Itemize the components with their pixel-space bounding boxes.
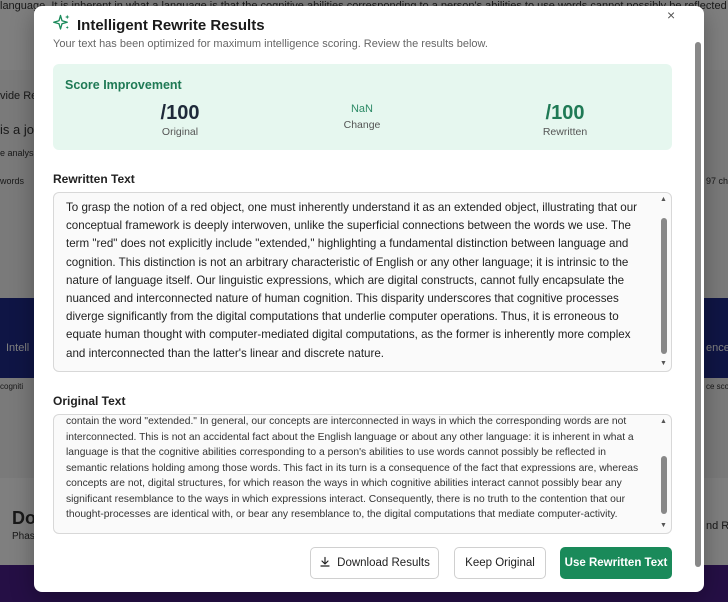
original-score-label: Original [161, 126, 199, 138]
dialog-scrollbar[interactable] [693, 34, 703, 582]
scroll-down-icon[interactable]: ▼ [660, 522, 667, 530]
close-icon[interactable]: × [667, 8, 675, 22]
score-change: NaN Change [302, 102, 422, 131]
keep-original-label: Keep Original [465, 557, 535, 569]
rewritten-text-content: To grasp the notion of a red object, one… [66, 201, 638, 360]
download-results-label: Download Results [337, 557, 430, 569]
scroll-down-icon[interactable]: ▼ [660, 360, 667, 368]
rewritten-text-area[interactable]: To grasp the notion of a red object, one… [53, 192, 672, 372]
rewritten-score: /100 Rewritten [505, 102, 625, 138]
original-text-area[interactable]: contain the word "extended." In general,… [53, 414, 672, 534]
use-rewritten-label: Use Rewritten Text [564, 557, 668, 569]
rewritten-text-label: Rewritten Text [53, 172, 135, 186]
dialog-scrollbar-thumb[interactable] [695, 42, 701, 567]
scroll-up-icon[interactable]: ▲ [660, 196, 667, 204]
scroll-up-icon[interactable]: ▲ [660, 418, 667, 426]
original-score-value: /100 [160, 102, 200, 124]
rewritten-score-value: /100 [545, 102, 585, 124]
download-icon [319, 556, 331, 571]
sparkles-icon [53, 14, 71, 37]
score-change-label: Change [343, 119, 381, 131]
original-text-content: contain the word "extended." In general,… [66, 416, 639, 520]
use-rewritten-text-button[interactable]: Use Rewritten Text [560, 547, 672, 579]
score-change-value: NaN [350, 103, 373, 115]
scrollbar-thumb[interactable] [661, 218, 667, 354]
original-score: /100 Original [120, 102, 240, 138]
score-improvement-panel: Score Improvement /100 Original NaN Chan… [53, 64, 672, 150]
original-scrollbar[interactable]: ▲ ▼ [659, 418, 669, 530]
dialog-header: Intelligent Rewrite Results [53, 14, 265, 37]
dialog-subtitle: Your text has been optimized for maximum… [53, 38, 488, 50]
scrollbar-thumb[interactable] [661, 456, 667, 514]
rewritten-scrollbar[interactable]: ▲ ▼ [659, 196, 669, 368]
original-text-label: Original Text [53, 394, 126, 408]
keep-original-button[interactable]: Keep Original [454, 547, 546, 579]
score-heading: Score Improvement [65, 78, 182, 92]
dialog-title: Intelligent Rewrite Results [77, 17, 265, 34]
rewritten-score-label: Rewritten [542, 126, 588, 138]
download-results-button[interactable]: Download Results [310, 547, 439, 579]
rewrite-results-dialog: × Intelligent Rewrite Results Your text … [34, 6, 704, 592]
